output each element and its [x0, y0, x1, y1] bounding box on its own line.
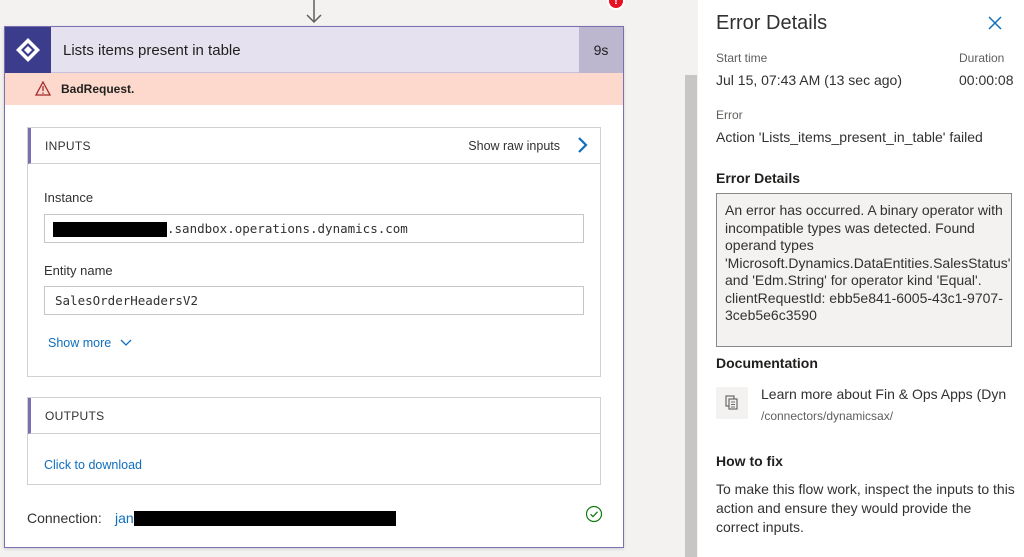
- error-value: Action 'Lists_items_present_in_table' fa…: [716, 129, 983, 145]
- success-check-icon: [585, 505, 603, 523]
- show-more-link[interactable]: Show more: [48, 336, 111, 350]
- card-title: Lists items present in table: [63, 42, 241, 59]
- error-indicator-badge: !: [607, 0, 625, 10]
- inputs-title: INPUTS: [45, 139, 91, 153]
- inputs-section: INPUTS Show raw inputs Instance .sandbox…: [27, 127, 601, 377]
- chevron-right-icon[interactable]: [576, 136, 588, 154]
- entity-name-field[interactable]: SalesOrderHeadersV2: [44, 286, 584, 315]
- chevron-down-icon[interactable]: [120, 338, 132, 348]
- start-time-label: Start time: [716, 51, 768, 65]
- error-label: BadRequest.: [61, 82, 135, 96]
- canvas-scrollbar-thumb[interactable]: [685, 75, 697, 557]
- down-arrow-icon: [306, 0, 322, 24]
- power-apps-icon: [16, 38, 40, 62]
- connection-link[interactable]: jan: [115, 510, 134, 526]
- card-header[interactable]: Lists items present in table 9s: [5, 27, 623, 73]
- instance-field[interactable]: .sandbox.operations.dynamics.com: [44, 214, 584, 243]
- error-details-heading: Error Details: [716, 170, 801, 186]
- duration-value: 00:00:08: [959, 72, 1014, 88]
- duration-label: Duration: [959, 51, 1005, 65]
- error-details-text: An error has occurred. A binary operator…: [725, 202, 1011, 288]
- outputs-title: OUTPUTS: [45, 409, 105, 423]
- doc-icon-box: [716, 387, 748, 419]
- documentation-heading: Documentation: [716, 355, 818, 371]
- connector-icon-box: [5, 27, 51, 73]
- entity-name-label: Entity name: [44, 263, 113, 278]
- copy-doc-icon: [725, 395, 738, 410]
- redaction-bar: [134, 511, 396, 526]
- documentation-path: /connectors/dynamicsax/: [761, 409, 894, 423]
- how-to-fix-text: To make this flow work, inspect the inpu…: [716, 481, 1015, 535]
- instance-label: Instance: [44, 190, 94, 205]
- close-icon[interactable]: [987, 15, 1003, 31]
- panel-title: Error Details: [716, 12, 828, 34]
- error-label: Error: [716, 108, 743, 122]
- instance-value: .sandbox.operations.dynamics.com: [167, 221, 408, 236]
- error-banner: BadRequest.: [5, 73, 623, 105]
- outputs-section: OUTPUTS Click to download: [27, 397, 601, 485]
- error-details-panel: Error Details Start time Duration Jul 15…: [698, 0, 1024, 557]
- show-raw-inputs-link[interactable]: Show raw inputs: [468, 139, 560, 153]
- connection-label: Connection:: [27, 510, 102, 526]
- error-details-textbox[interactable]: An error has occurred. A binary operator…: [716, 193, 1012, 347]
- outputs-header: OUTPUTS: [28, 398, 600, 434]
- inputs-header: INPUTS Show raw inputs: [28, 128, 600, 164]
- redaction-bar: [53, 222, 167, 237]
- action-card[interactable]: Lists items present in table 9s BadReque…: [4, 26, 624, 548]
- duration-badge: 9s: [579, 27, 623, 73]
- start-time-value: Jul 15, 07:43 AM (13 sec ago): [716, 72, 902, 88]
- warning-icon: [35, 81, 51, 96]
- download-link[interactable]: Click to download: [44, 458, 142, 472]
- how-to-fix-heading: How to fix: [716, 453, 783, 469]
- documentation-link[interactable]: Learn more about Fin & Ops Apps (Dyn: [761, 386, 1006, 402]
- client-request-id: clientRequestId: ebb5e841-6005-43c1-9707…: [725, 289, 1003, 324]
- entity-name-value: SalesOrderHeadersV2: [55, 293, 198, 308]
- flow-run-canvas: { "action_card": { "title": "Lists items…: [0, 0, 1024, 557]
